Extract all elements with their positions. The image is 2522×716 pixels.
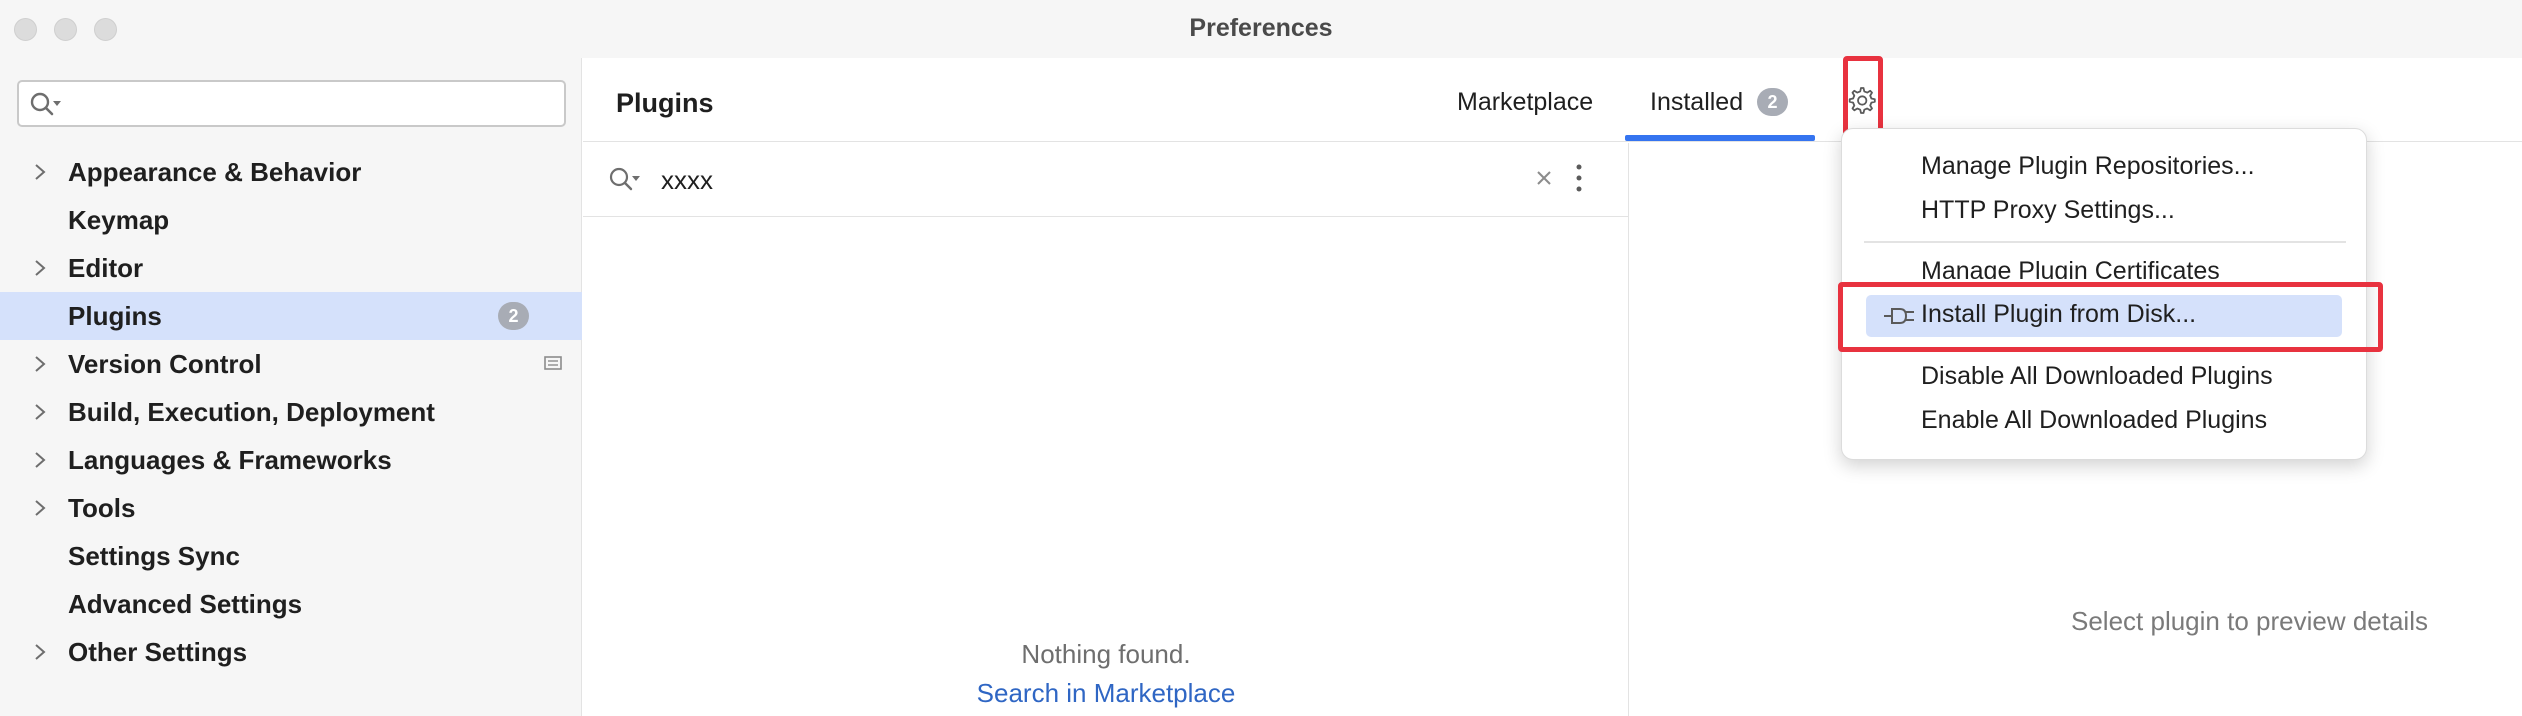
sidebar-item-languages[interactable]: Languages & Frameworks	[0, 436, 582, 484]
sidebar-item-version-control[interactable]: Version Control	[0, 340, 582, 388]
sidebar-item-label: Keymap	[68, 204, 170, 235]
sidebar-search-input[interactable]	[17, 80, 566, 127]
sidebar-item-other-settings[interactable]: Other Settings	[0, 628, 582, 676]
sidebar-item-label: Tools	[68, 492, 136, 523]
sidebar-item-keymap[interactable]: Keymap	[0, 196, 582, 244]
title-bar: Preferences	[0, 0, 2522, 58]
search-icon	[30, 92, 61, 116]
chevron-right-icon[interactable]	[30, 448, 50, 472]
sidebar-item-label: Version Control	[68, 348, 262, 379]
search-icon	[609, 167, 640, 191]
project-settings-icon	[544, 356, 562, 370]
search-in-marketplace-link[interactable]: Search in Marketplace	[583, 678, 1629, 709]
empty-results-message: Nothing found.	[1021, 639, 1191, 669]
chevron-right-icon[interactable]	[30, 352, 50, 376]
sidebar-item-label: Build, Execution, Deployment	[68, 396, 435, 427]
sidebar-item-label: Editor	[68, 252, 144, 283]
menu-item-enable-all[interactable]: Enable All Downloaded Plugins	[1921, 406, 2267, 435]
plugin-list-panel: xxxx Nothing found. Search in Marketplac…	[583, 143, 1629, 716]
chevron-right-icon[interactable]	[30, 256, 50, 280]
tab-installed[interactable]: Installed	[1650, 88, 1743, 117]
plugin-search-bar: xxxx	[583, 143, 1629, 217]
sidebar-item-editor[interactable]: Editor	[0, 244, 582, 292]
sidebar-item-label: Advanced Settings	[68, 588, 303, 619]
page-title: Plugins	[616, 88, 714, 118]
install-highlight-box	[1838, 282, 2383, 352]
sidebar-item-build[interactable]: Build, Execution, Deployment	[0, 388, 582, 436]
sidebar-item-plugins[interactable]: Plugins 2	[0, 292, 582, 340]
plugin-preview-placeholder: Select plugin to preview details	[2071, 606, 2428, 636]
tab-marketplace[interactable]: Marketplace	[1457, 88, 1593, 117]
more-options-icon[interactable]	[1573, 161, 1585, 195]
sidebar-item-tools[interactable]: Tools	[0, 484, 582, 532]
menu-item-disable-all[interactable]: Disable All Downloaded Plugins	[1921, 362, 2273, 391]
menu-separator	[1864, 241, 2346, 243]
sidebar-item-label: Plugins	[68, 300, 162, 331]
settings-sidebar: Appearance & Behavior Keymap Editor Plug…	[0, 58, 582, 716]
plugins-count-badge: 2	[498, 302, 529, 330]
chevron-right-icon[interactable]	[30, 496, 50, 520]
active-tab-indicator	[1625, 135, 1815, 141]
sidebar-item-settings-sync[interactable]: Settings Sync	[0, 532, 582, 580]
menu-item-http-proxy[interactable]: HTTP Proxy Settings...	[1921, 196, 2175, 225]
tab-installed-label: Installed	[1650, 88, 1744, 116]
sidebar-item-label: Appearance & Behavior	[68, 156, 362, 187]
menu-item-manage-certificates[interactable]: Manage Plugin Certificates	[1921, 257, 2220, 279]
chevron-right-icon[interactable]	[30, 160, 50, 184]
sidebar-item-label: Settings Sync	[68, 540, 240, 571]
installed-count-badge: 2	[1757, 88, 1788, 116]
sidebar-item-label: Other Settings	[68, 636, 248, 667]
sidebar-item-label: Languages & Frameworks	[68, 444, 392, 475]
menu-item-manage-repositories[interactable]: Manage Plugin Repositories...	[1921, 152, 2255, 181]
sidebar-item-advanced-settings[interactable]: Advanced Settings	[0, 580, 582, 628]
plugin-search-input[interactable]: xxxx	[661, 165, 713, 196]
window-title: Preferences	[1189, 14, 1333, 42]
settings-tree: Appearance & Behavior Keymap Editor Plug…	[0, 148, 582, 676]
chevron-right-icon[interactable]	[30, 400, 50, 424]
clear-search-icon[interactable]	[1529, 163, 1559, 193]
sidebar-item-appearance[interactable]: Appearance & Behavior	[0, 148, 582, 196]
chevron-right-icon[interactable]	[30, 640, 50, 664]
